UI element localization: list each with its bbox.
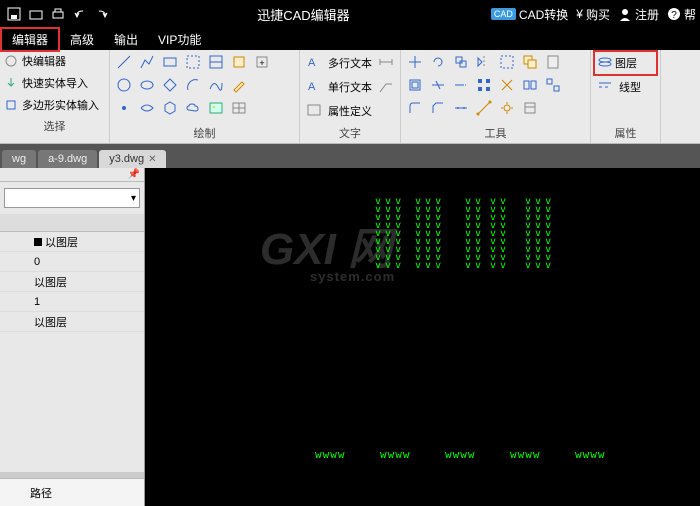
divide-icon[interactable]: [451, 98, 471, 118]
app-title: 迅捷CAD编辑器: [116, 5, 491, 24]
properties-icon[interactable]: [520, 98, 540, 118]
open-icon[interactable]: [28, 6, 44, 22]
table-header: [0, 214, 144, 232]
text-label: 文字: [304, 123, 396, 143]
group-icon[interactable]: [520, 75, 540, 95]
tab-2[interactable]: y3.dwg✕: [99, 150, 166, 168]
draw-label: 绘制: [114, 123, 295, 143]
polyline-icon[interactable]: [137, 52, 157, 72]
svg-text:A: A: [308, 57, 316, 69]
layer-button[interactable]: 图层: [615, 55, 637, 71]
leader-icon[interactable]: [376, 76, 396, 96]
svg-text:A: A: [308, 81, 316, 93]
scale-icon[interactable]: [451, 52, 471, 72]
rotate-icon[interactable]: [428, 52, 448, 72]
help-button[interactable]: ?帮: [667, 6, 696, 23]
menu-advanced[interactable]: 高级: [60, 29, 104, 50]
poly-input-row[interactable]: 多边形实体输入: [0, 94, 109, 116]
redo-icon[interactable]: [94, 6, 110, 22]
quick-editor-row[interactable]: 快编辑器: [0, 50, 109, 72]
tab-1[interactable]: a-9.dwg: [38, 150, 97, 168]
linetype-icon[interactable]: [595, 76, 615, 96]
sun-icon[interactable]: [497, 98, 517, 118]
mtext-button[interactable]: 多行文本: [328, 52, 372, 74]
save-icon[interactable]: [6, 6, 22, 22]
move-icon[interactable]: [405, 52, 425, 72]
chamfer-icon[interactable]: [428, 98, 448, 118]
table-icon[interactable]: [229, 98, 249, 118]
dim-icon[interactable]: [376, 52, 396, 72]
line-icon[interactable]: [114, 52, 134, 72]
paste-icon[interactable]: [543, 52, 563, 72]
arc-icon[interactable]: [183, 75, 203, 95]
tools-label: 工具: [405, 123, 586, 143]
insert-icon[interactable]: +: [252, 52, 272, 72]
attdef-button[interactable]: 属性定义: [328, 100, 372, 122]
path-row: 路径: [0, 478, 144, 506]
table-row[interactable]: 0: [0, 252, 144, 272]
close-icon[interactable]: ✕: [148, 154, 156, 165]
menu-output[interactable]: 输出: [104, 29, 148, 50]
mtext-icon[interactable]: A: [304, 52, 324, 72]
svg-text:?: ?: [671, 10, 677, 21]
mirror-icon[interactable]: [474, 52, 494, 72]
spline-icon[interactable]: [206, 75, 226, 95]
point-icon[interactable]: [114, 98, 134, 118]
linetype-button[interactable]: 线型: [619, 76, 656, 98]
tab-0[interactable]: wg: [2, 150, 36, 168]
select-rect-icon[interactable]: [183, 52, 203, 72]
table-row[interactable]: 1: [0, 292, 144, 312]
undo-icon[interactable]: [72, 6, 88, 22]
fillet-icon[interactable]: [405, 98, 425, 118]
ungroup-icon[interactable]: [543, 75, 563, 95]
trim-icon[interactable]: [428, 75, 448, 95]
cloud-icon[interactable]: [183, 98, 203, 118]
extend-icon[interactable]: [451, 75, 471, 95]
register-button[interactable]: 注册: [618, 6, 659, 23]
cad-convert-button[interactable]: CADCAD转换: [491, 6, 568, 23]
panel-dropdown[interactable]: ▾: [4, 188, 140, 208]
layer-icon[interactable]: [595, 53, 615, 73]
panel-pin[interactable]: 📌: [0, 168, 144, 182]
ellipse-icon[interactable]: [137, 75, 157, 95]
hexagon-icon[interactable]: [160, 98, 180, 118]
table-row[interactable]: 以图层: [0, 232, 144, 252]
measure-icon[interactable]: [474, 98, 494, 118]
attdef-icon[interactable]: [304, 100, 324, 120]
hatch-icon[interactable]: [206, 52, 226, 72]
table-row[interactable]: 以图层: [0, 272, 144, 292]
rect-icon[interactable]: [160, 52, 180, 72]
select-label: 选择: [0, 116, 109, 143]
grid-icon[interactable]: [474, 75, 494, 95]
svg-text:+: +: [259, 58, 264, 68]
quick-import-row[interactable]: 快速实体导入: [0, 72, 109, 94]
print-icon[interactable]: [50, 6, 66, 22]
copy-icon[interactable]: [520, 52, 540, 72]
buy-button[interactable]: ¥购买: [576, 6, 610, 23]
polygon-icon[interactable]: [160, 75, 180, 95]
curve-icon[interactable]: [137, 98, 157, 118]
drawing-canvas[interactable]: GXI 网 system.com v v vv v vv v vv v vv v…: [145, 168, 700, 506]
table-row[interactable]: 以图层: [0, 312, 144, 332]
offset-icon[interactable]: [405, 75, 425, 95]
menu-editor[interactable]: 编辑器: [0, 27, 60, 52]
menu-vip[interactable]: VIP功能: [148, 29, 211, 50]
stext-button[interactable]: 单行文本: [328, 76, 372, 98]
circle-icon[interactable]: [114, 75, 134, 95]
explode-icon[interactable]: [497, 75, 517, 95]
block-icon[interactable]: [229, 52, 249, 72]
attrs-label: 属性: [595, 123, 656, 143]
image-icon[interactable]: [206, 98, 226, 118]
pencil-icon[interactable]: [229, 75, 249, 95]
stext-icon[interactable]: A: [304, 76, 324, 96]
select-area-icon[interactable]: [497, 52, 517, 72]
